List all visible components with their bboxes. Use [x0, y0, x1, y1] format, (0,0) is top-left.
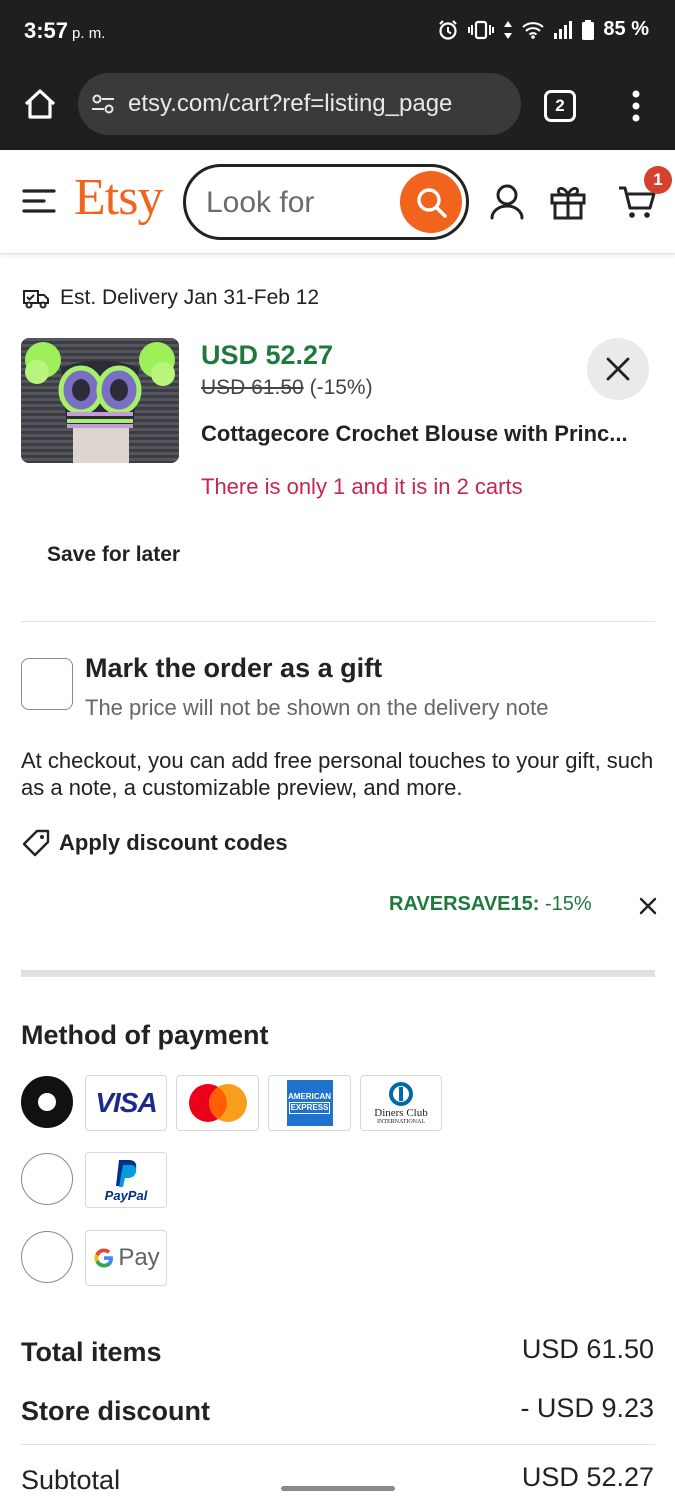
address-bar[interactable]: etsy.com/cart?ref=listing_page	[78, 73, 521, 135]
current-price: USD 52.27	[201, 340, 334, 370]
signal-icon	[554, 20, 573, 39]
payment-radio-paypal[interactable]	[21, 1153, 73, 1205]
vibrate-icon	[468, 20, 495, 39]
cart-count-badge: 1	[644, 166, 672, 194]
diners-line-2: INTERNATIONAL	[377, 1118, 425, 1125]
hamburger-menu-icon[interactable]	[22, 186, 56, 216]
etsy-logo[interactable]: Etsy	[74, 168, 163, 227]
diners-club-icon	[389, 1081, 413, 1106]
gift-option-subtitle: The price will not be shown on the deliv…	[85, 695, 549, 720]
amex-line-1: AMERICAN	[287, 1092, 332, 1101]
gift-description: At checkout, you can add free personal t…	[21, 748, 654, 800]
section-divider-thick	[21, 970, 655, 977]
remove-item-button[interactable]	[587, 338, 649, 400]
total-items-label: Total items	[21, 1337, 162, 1367]
google-pay-text: Pay	[118, 1244, 160, 1271]
subtotal-value: USD 52.27	[521, 1462, 654, 1492]
gift-option-title: Mark the order as a gift	[85, 653, 383, 683]
visa-logo: VISA	[85, 1075, 167, 1131]
mastercard-logo	[176, 1075, 259, 1131]
status-time-ampm: p. m.	[72, 25, 106, 42]
paypal-text: PayPal	[104, 1187, 148, 1203]
payment-radio-cards[interactable]	[21, 1076, 73, 1128]
coupon-code: RAVERSAVE15:	[389, 893, 540, 915]
product-thumbnail[interactable]	[21, 338, 179, 463]
user-account-icon[interactable]	[487, 182, 527, 222]
original-price-row: USD 61.50 (-15%)	[201, 376, 373, 400]
url-text: etsy.com/cart?ref=listing_page	[128, 90, 453, 117]
paypal-logo: PayPal	[85, 1152, 167, 1208]
search-bar	[183, 164, 469, 240]
stock-warning: There is only 1 and it is in 2 carts	[201, 474, 523, 499]
gesture-home-bar[interactable]	[281, 1486, 395, 1491]
discount-percent: (-15%)	[309, 376, 373, 399]
battery-percent: 85 %	[603, 18, 649, 40]
delivery-estimate-text: Est. Delivery Jan 31-Feb 12	[60, 286, 320, 309]
delivery-estimate: Est. Delivery Jan 31-Feb 12	[22, 286, 319, 310]
gift-checkbox[interactable]	[21, 658, 73, 710]
alarm-icon	[439, 19, 458, 40]
paypal-icon	[116, 1159, 137, 1187]
google-pay-logo: Pay	[85, 1230, 167, 1286]
product-title[interactable]: Cottagecore Crochet Blouse with Princ...	[201, 421, 661, 447]
total-items-value: USD 61.50	[521, 1334, 654, 1364]
search-button[interactable]	[400, 171, 462, 233]
summary-divider	[21, 1444, 655, 1445]
remove-coupon-icon[interactable]	[636, 894, 660, 918]
site-settings-icon[interactable]	[90, 91, 116, 117]
search-icon	[417, 188, 447, 218]
amex-box: AMERICAN EXPRESS	[286, 1080, 333, 1126]
diners-club-logo: Diners Club INTERNATIONAL	[360, 1075, 442, 1131]
browser-toolbar: etsy.com/cart?ref=listing_page 2	[0, 64, 675, 150]
search-input[interactable]	[206, 185, 396, 221]
close-icon	[606, 357, 630, 381]
data-arrows-icon	[504, 20, 513, 39]
gift-icon[interactable]	[548, 182, 588, 222]
home-icon[interactable]	[20, 84, 60, 124]
tag-icon	[22, 829, 50, 857]
store-discount-label: Store discount	[21, 1396, 211, 1426]
product-photo	[21, 338, 179, 463]
status-time: 3:57 p. m.	[24, 18, 105, 44]
mastercard-icon	[188, 1084, 247, 1122]
payment-radio-gpay[interactable]	[21, 1231, 73, 1283]
status-icons: 85 %	[437, 18, 649, 41]
save-for-later-button[interactable]: Save for later	[47, 543, 180, 567]
original-price: USD 61.50	[201, 376, 304, 399]
section-divider	[21, 621, 655, 622]
amex-logo: AMERICAN EXPRESS	[268, 1075, 351, 1131]
google-g-icon	[94, 1248, 114, 1268]
store-discount-value: - USD 9.23	[520, 1393, 654, 1423]
payment-method-title: Method of payment	[21, 1020, 269, 1050]
coupon-amount: -15%	[544, 893, 592, 915]
subtotal-label: Subtotal	[21, 1465, 121, 1495]
apply-discount-button[interactable]: Apply discount codes	[21, 828, 288, 858]
applied-coupon: RAVERSAVE15: -15%	[389, 893, 592, 916]
diners-line-1: Diners Club	[374, 1106, 428, 1119]
apply-discount-label: Apply discount codes	[59, 830, 288, 855]
battery-icon	[582, 19, 595, 40]
amex-line-2: EXPRESS	[288, 1102, 331, 1114]
delivery-truck-icon	[23, 290, 49, 309]
wifi-icon	[522, 21, 545, 39]
visa-text: VISA	[95, 1087, 157, 1118]
status-bar: 3:57 p. m. 85 %	[0, 0, 675, 64]
more-options-icon[interactable]	[626, 88, 646, 124]
tab-switcher-button[interactable]: 2	[544, 90, 576, 122]
status-time-value: 3:57	[24, 18, 69, 43]
